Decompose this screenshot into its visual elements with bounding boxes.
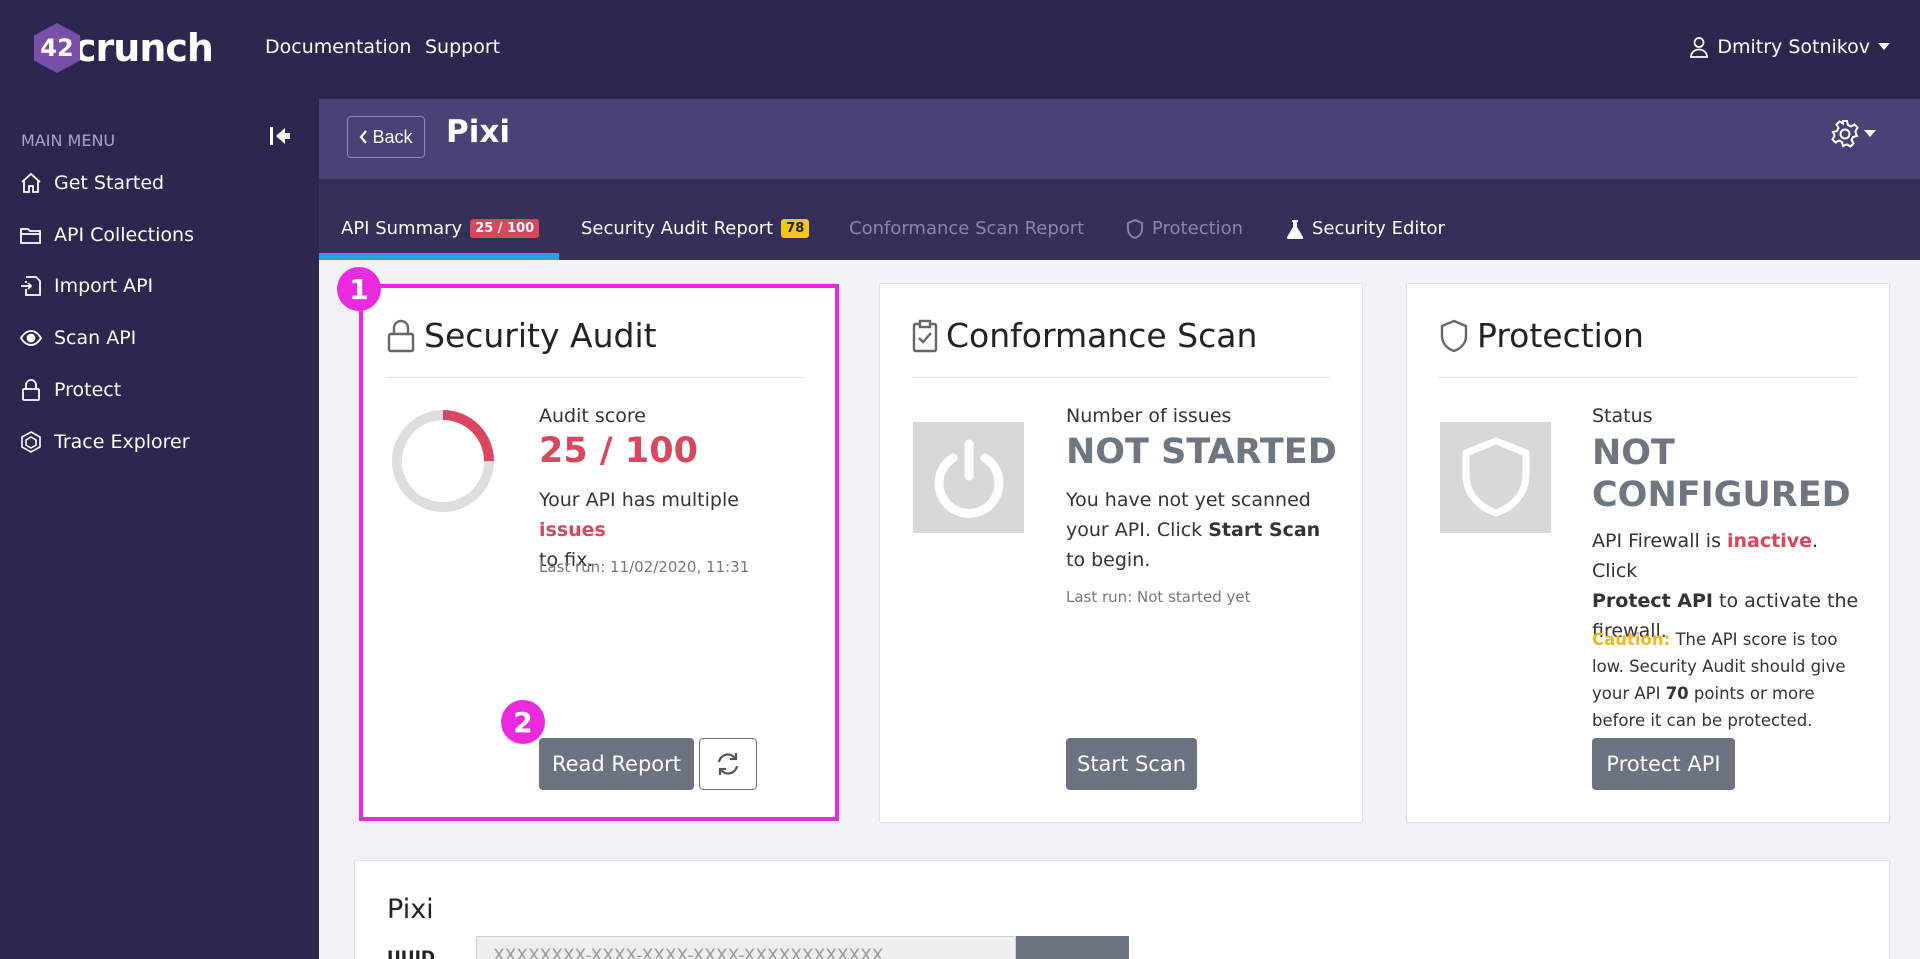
highlight-box xyxy=(359,284,839,821)
caution-bold: 70 xyxy=(1665,684,1689,703)
protection-status-label: Status xyxy=(1592,405,1653,427)
chevron-left-icon xyxy=(360,130,368,144)
tab-bar xyxy=(319,179,1920,260)
import-icon xyxy=(21,276,41,296)
scan-description: You have not yet scanned your API. Click… xyxy=(1066,485,1336,575)
sidebar-item-label: Protect xyxy=(54,379,122,401)
page-title: Pixi xyxy=(446,114,510,150)
issues-badge: 78 xyxy=(781,219,810,238)
scan-placeholder-image xyxy=(913,422,1024,533)
divider xyxy=(1439,377,1857,378)
tab-label: Conformance Scan Report xyxy=(849,218,1085,239)
start-scan-button[interactable]: Start Scan xyxy=(1066,738,1197,790)
sidebar-item-label: Trace Explorer xyxy=(54,431,190,453)
divider xyxy=(912,377,1330,378)
tab-label: API Summary xyxy=(341,218,463,239)
main-menu-title: MAIN MENU xyxy=(21,131,116,150)
tab-security-audit-report[interactable]: Security Audit Report 78 xyxy=(581,218,810,239)
sidebar-item-label: Get Started xyxy=(54,172,165,194)
tab-label: Protection xyxy=(1152,218,1244,239)
flask-icon xyxy=(1286,219,1304,239)
folder-icon xyxy=(20,228,41,244)
protection-caution: Caution: The API score is too low. Secur… xyxy=(1592,626,1862,734)
sidebar-item-scan-api[interactable]: Scan API xyxy=(20,322,136,354)
shield-icon xyxy=(1127,218,1143,239)
chevron-down-icon xyxy=(1864,130,1876,137)
score-badge: 25 / 100 xyxy=(470,219,540,238)
scan-last-run: Last run: Not started yet xyxy=(1066,588,1251,606)
card-title-text: Conformance Scan xyxy=(946,316,1258,355)
lock-icon xyxy=(22,379,40,401)
tab-api-summary[interactable]: API Summary 25 / 100 xyxy=(341,218,540,239)
scan-issues-label: Number of issues xyxy=(1066,405,1232,427)
conformance-scan-title: Conformance Scan xyxy=(912,316,1257,355)
card-title-text: Protection xyxy=(1477,316,1644,355)
tab-label: Security Audit Report xyxy=(581,218,774,239)
chevron-down-icon xyxy=(1878,43,1890,50)
protect-api-button[interactable]: Protect API xyxy=(1592,738,1735,790)
tab-conformance-scan-report[interactable]: Conformance Scan Report xyxy=(849,218,1084,239)
back-button[interactable]: Back xyxy=(347,116,425,158)
user-menu[interactable]: Dmitry Sotnikov xyxy=(1689,36,1890,58)
active-tab-indicator xyxy=(319,253,559,260)
sidebar-item-label: API Collections xyxy=(54,224,194,246)
tab-protection[interactable]: Protection xyxy=(1126,218,1243,239)
protection-status-line1: NOT xyxy=(1592,433,1675,473)
documentation-link[interactable]: Documentation xyxy=(265,36,411,58)
marker-1: 1 xyxy=(337,267,381,311)
desc-text: to begin. xyxy=(1066,549,1151,571)
tab-label: Security Editor xyxy=(1312,218,1445,239)
page-header xyxy=(319,99,1920,179)
logo[interactable]: 42 crunch xyxy=(34,22,214,74)
sidebar-item-label: Import API xyxy=(54,275,154,297)
hexagon-icon xyxy=(21,431,41,453)
back-label: Back xyxy=(372,126,413,147)
shield-icon xyxy=(1440,319,1468,352)
protection-status-line2: CONFIGURED xyxy=(1592,475,1851,515)
clipboard-check-icon xyxy=(912,319,938,352)
sidebar-item-import-api[interactable]: Import API xyxy=(20,270,153,302)
sidebar-item-trace-explorer[interactable]: Trace Explorer xyxy=(20,426,190,458)
uuid-field[interactable]: XXXXXXXX-XXXX-XXXX-XXXX-XXXXXXXXXXXX xyxy=(476,936,1016,959)
tab-security-editor[interactable]: Security Editor xyxy=(1286,218,1445,239)
desc-text: API Firewall is xyxy=(1592,530,1721,552)
gear-icon xyxy=(1831,120,1859,148)
protection-title: Protection xyxy=(1439,316,1644,355)
power-icon xyxy=(934,439,1003,518)
uuid-label: UUID xyxy=(387,948,436,959)
scan-status: NOT STARTED xyxy=(1066,432,1337,472)
desc-bold: Protect API xyxy=(1592,590,1713,612)
sidebar-item-label: Scan API xyxy=(54,327,137,349)
collapse-sidebar-icon[interactable] xyxy=(268,125,292,147)
api-details-title: Pixi xyxy=(387,894,434,925)
eye-icon xyxy=(20,330,42,346)
home-icon xyxy=(21,172,41,193)
support-link[interactable]: Support xyxy=(425,36,500,58)
logo-word: crunch xyxy=(74,26,214,70)
user-icon xyxy=(1690,37,1709,58)
settings-menu[interactable] xyxy=(1830,119,1876,149)
uuid-actions[interactable] xyxy=(1016,936,1129,959)
sidebar-item-api-collections[interactable]: API Collections xyxy=(20,219,194,251)
sidebar-item-get-started[interactable]: Get Started xyxy=(20,167,164,199)
protection-placeholder-image xyxy=(1440,422,1551,533)
sidebar-item-protect[interactable]: Protect xyxy=(20,374,121,406)
user-name: Dmitry Sotnikov xyxy=(1717,36,1870,58)
inactive-text: inactive xyxy=(1727,530,1813,552)
shield-icon xyxy=(1462,436,1529,517)
caution-label: Caution: xyxy=(1592,630,1671,649)
marker-2: 2 xyxy=(501,700,545,744)
desc-bold: Start Scan xyxy=(1208,519,1321,541)
